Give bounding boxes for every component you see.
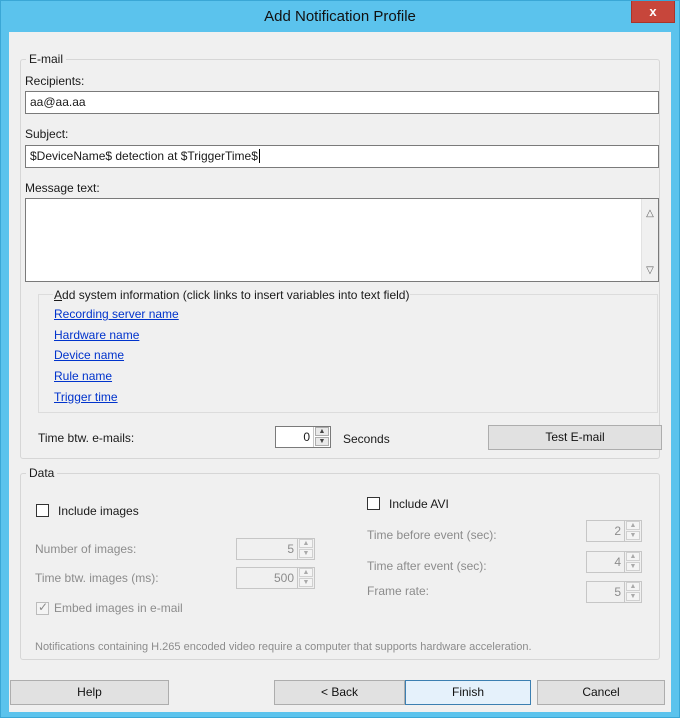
time-btw-emails-stepper[interactable]: 0 ▲ ▼ — [275, 426, 331, 448]
stepper-up-icon[interactable]: ▲ — [299, 568, 313, 577]
dialog-window: Add Notification Profile x E-mail Recipi… — [0, 0, 680, 718]
embed-images-checkbox[interactable]: ✓ — [36, 600, 49, 615]
include-avi-checkbox[interactable] — [367, 497, 380, 510]
time-btw-emails-value: 0 — [303, 430, 310, 444]
stepper-buttons: ▲ ▼ — [297, 539, 314, 559]
subject-label: Subject: — [25, 127, 69, 141]
stepper-up-icon[interactable]: ▲ — [626, 521, 640, 530]
stepper-buttons: ▲ ▼ — [624, 521, 641, 541]
system-info-title: Add system information (click links to i… — [53, 288, 411, 302]
close-button[interactable]: x — [631, 1, 675, 23]
time-before-event-value: 2 — [614, 524, 621, 538]
title-bar[interactable]: Add Notification Profile x — [1, 1, 679, 32]
stepper-up-icon[interactable]: ▲ — [299, 539, 313, 548]
scroll-up-icon[interactable]: △ — [642, 205, 658, 222]
stepper-up-icon[interactable]: ▲ — [315, 427, 329, 436]
stepper-down-icon[interactable]: ▼ — [299, 549, 313, 558]
h265-notice: Notifications containing H.265 encoded v… — [35, 641, 532, 653]
cancel-button[interactable]: Cancel — [537, 680, 665, 705]
number-of-images-label: Number of images: — [35, 542, 137, 556]
time-btw-images-stepper[interactable]: 500 ▲ ▼ — [236, 567, 315, 589]
recipients-label: Recipients: — [25, 74, 85, 88]
test-email-button[interactable]: Test E-mail — [488, 425, 662, 450]
recipients-input[interactable]: aa@aa.aa — [25, 91, 659, 114]
subject-input[interactable]: $DeviceName$ detection at $TriggerTime$ — [25, 145, 659, 168]
time-after-event-stepper[interactable]: 4 ▲ ▼ — [586, 551, 642, 573]
link-rule-name[interactable]: Rule name — [54, 369, 112, 383]
stepper-up-icon[interactable]: ▲ — [626, 582, 640, 591]
recipients-value: aa@aa.aa — [30, 95, 86, 109]
link-hardware-name[interactable]: Hardware name — [54, 328, 139, 342]
text-caret — [258, 149, 260, 163]
number-of-images-value: 5 — [287, 542, 294, 556]
stepper-buttons: ▲ ▼ — [624, 552, 641, 572]
time-btw-emails-label: Time btw. e-mails: — [38, 431, 135, 445]
system-info-access-key: A — [54, 288, 63, 302]
time-after-event-label: Time after event (sec): — [367, 559, 487, 573]
seconds-unit-label: Seconds — [343, 432, 390, 446]
stepper-down-icon[interactable]: ▼ — [626, 531, 640, 540]
stepper-down-icon[interactable]: ▼ — [626, 592, 640, 601]
close-icon: x — [649, 4, 657, 19]
help-button[interactable]: Help — [10, 680, 169, 705]
stepper-buttons: ▲ ▼ — [624, 582, 641, 602]
stepper-down-icon[interactable]: ▼ — [626, 562, 640, 571]
embed-images-label: Embed images in e-mail — [54, 601, 183, 615]
stepper-down-icon[interactable]: ▼ — [315, 437, 329, 446]
stepper-up-icon[interactable]: ▲ — [626, 552, 640, 561]
message-text-area[interactable]: △ ▽ — [25, 198, 659, 282]
stepper-down-icon[interactable]: ▼ — [299, 578, 313, 587]
finish-button[interactable]: Finish — [405, 680, 531, 705]
frame-rate-value: 5 — [614, 585, 621, 599]
link-trigger-time[interactable]: Trigger time — [54, 390, 118, 404]
link-recording-server-name[interactable]: Recording server name — [54, 307, 179, 321]
link-device-name[interactable]: Device name — [54, 348, 124, 362]
data-group: Data — [20, 466, 660, 660]
data-group-label: Data — [29, 466, 55, 480]
system-info-title-text: dd system information (click links to in… — [62, 288, 410, 302]
email-group-label: E-mail — [29, 52, 64, 66]
back-button[interactable]: < Back — [274, 680, 405, 705]
time-btw-images-label: Time btw. images (ms): — [35, 571, 159, 585]
frame-rate-label: Frame rate: — [367, 584, 430, 598]
time-before-event-stepper[interactable]: 2 ▲ ▼ — [586, 520, 642, 542]
checkmark-icon: ✓ — [38, 600, 49, 614]
time-before-event-label: Time before event (sec): — [367, 528, 497, 542]
include-avi-label: Include AVI — [389, 497, 449, 511]
frame-rate-stepper[interactable]: 5 ▲ ▼ — [586, 581, 642, 603]
scroll-down-icon[interactable]: ▽ — [642, 262, 658, 279]
time-btw-images-value: 500 — [273, 571, 294, 585]
number-of-images-stepper[interactable]: 5 ▲ ▼ — [236, 538, 315, 560]
message-text-label: Message text: — [25, 181, 100, 195]
include-images-checkbox[interactable] — [36, 504, 49, 517]
time-after-event-value: 4 — [614, 555, 621, 569]
message-scrollbar[interactable]: △ ▽ — [641, 199, 658, 281]
dialog-client-area: E-mail Recipients: aa@aa.aa Subject: $De… — [9, 32, 671, 712]
include-images-label: Include images — [58, 504, 139, 518]
window-title: Add Notification Profile — [264, 8, 416, 25]
stepper-buttons: ▲ ▼ — [297, 568, 314, 588]
subject-value: $DeviceName$ detection at $TriggerTime$ — [30, 149, 258, 163]
stepper-buttons: ▲ ▼ — [313, 427, 330, 447]
